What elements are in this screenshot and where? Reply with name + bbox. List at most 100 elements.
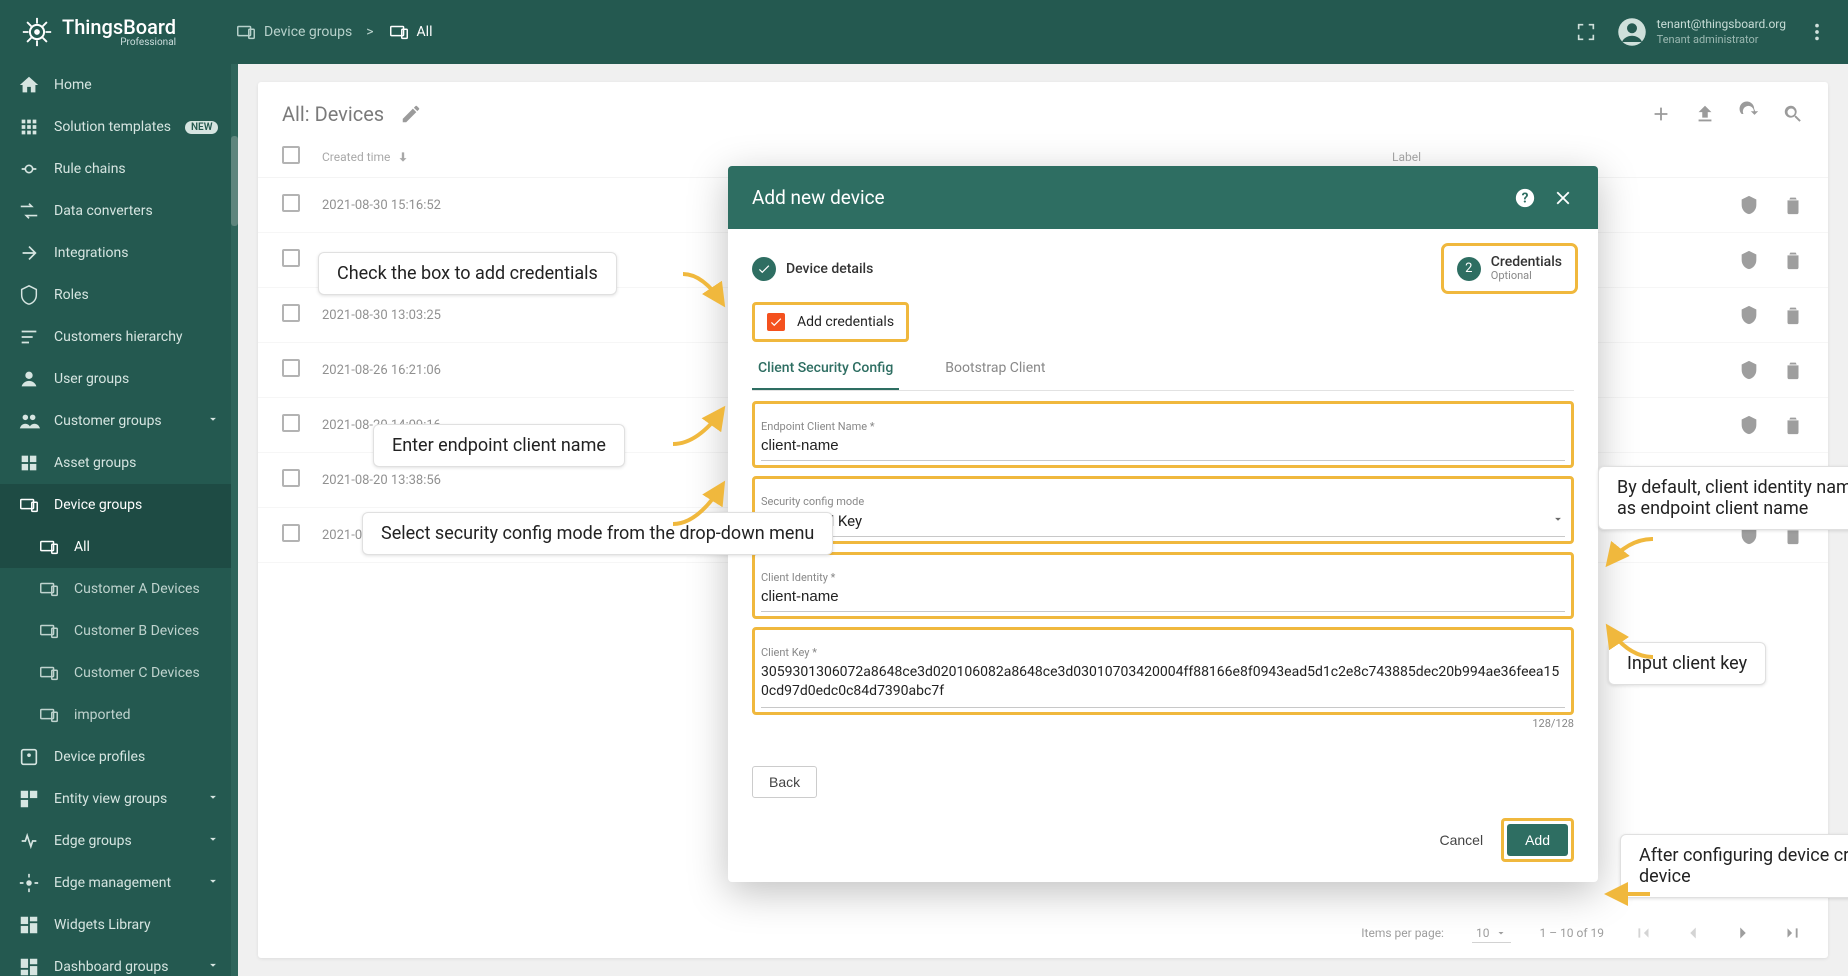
integration-icon (18, 242, 40, 264)
chevron-down-icon (206, 958, 220, 976)
fullscreen-icon[interactable] (1575, 21, 1597, 43)
sidebar-item-label: Home (54, 77, 92, 93)
sidebar-item-all[interactable]: All (0, 526, 238, 568)
sidebar-scrollbar[interactable] (231, 64, 238, 976)
add-button-highlight: Add (1501, 818, 1574, 862)
sidebar-item-label: imported (74, 707, 131, 723)
check-circle-icon (752, 257, 776, 281)
sidebar-item-customer-a-devices[interactable]: Customer A Devices (0, 568, 238, 610)
endpoint-client-name-input[interactable] (761, 433, 1565, 461)
sidebar-item-data-converters[interactable]: Data converters (0, 190, 238, 232)
chevron-down-icon (206, 874, 220, 892)
client-key-highlight: Client Key * 3059301306072a8648ce3d02010… (752, 627, 1574, 715)
widgets-icon (18, 914, 40, 936)
sidebar-item-widgets-library[interactable]: Widgets Library (0, 904, 238, 946)
sidebar-item-integrations[interactable]: Integrations (0, 232, 238, 274)
shield-icon (18, 284, 40, 306)
sidebar-item-entity-view-groups[interactable]: Entity view groups (0, 778, 238, 820)
rulechain-icon (18, 158, 40, 180)
sidebar-item-imported[interactable]: imported (0, 694, 238, 736)
sidebar-item-dashboard-groups[interactable]: Dashboard groups (0, 946, 238, 976)
endpoint-name-highlight: Endpoint Client Name * (752, 401, 1574, 468)
sidebar-item-label: User groups (54, 371, 129, 387)
step-device-details[interactable]: Device details (752, 257, 873, 281)
sidebar-item-solution-templates[interactable]: Solution templates NEW (0, 106, 238, 148)
modal-header: Add new device ? (728, 166, 1598, 229)
sidebar-item-customer-c-devices[interactable]: Customer C Devices (0, 652, 238, 694)
logo[interactable]: ThingsBoard Professional (20, 15, 235, 49)
sidebar-item-customer-groups[interactable]: Customer groups (0, 400, 238, 442)
add-button[interactable]: Add (1507, 824, 1568, 856)
callout-client-identity: By default, client identity name is the … (1598, 466, 1848, 530)
sidebar-item-home[interactable]: Home (0, 64, 238, 106)
customers-icon (18, 410, 40, 432)
sidebar-item-label: Edge groups (54, 833, 132, 849)
devices-icon (38, 578, 60, 600)
breadcrumb-item-device-groups[interactable]: Device groups (235, 21, 352, 43)
sidebar: Home Solution templates NEW Rule chains Data… (0, 64, 238, 976)
add-credentials-highlight: Add credentials (752, 302, 909, 342)
converter-icon (18, 200, 40, 222)
breadcrumb-separator: > (366, 24, 373, 40)
security-config-mode-select[interactable]: Pre-Shared Key (761, 508, 1565, 537)
sidebar-item-label: Asset groups (54, 455, 136, 471)
sidebar-item-device-profiles[interactable]: Device profiles (0, 736, 238, 778)
callout-add-credentials: Check the box to add credentials (318, 252, 617, 295)
devices-icon (388, 21, 410, 43)
client-identity-input[interactable] (761, 584, 1565, 612)
sidebar-item-rule-chains[interactable]: Rule chains (0, 148, 238, 190)
devices-icon (38, 536, 60, 558)
add-credentials-checkbox[interactable] (767, 313, 785, 331)
user-icon (18, 368, 40, 390)
sidebar-item-label: Customer groups (54, 413, 162, 429)
sidebar-item-label: Customer C Devices (74, 665, 200, 681)
more-vert-icon[interactable] (1806, 21, 1828, 43)
cancel-button[interactable]: Cancel (1439, 832, 1483, 848)
dashboard-icon (18, 956, 40, 976)
help-icon[interactable]: ? (1514, 187, 1536, 209)
security-config-mode-label: Security config mode (761, 495, 1565, 508)
sidebar-item-user-groups[interactable]: User groups (0, 358, 238, 400)
svg-text:?: ? (1522, 190, 1529, 206)
client-key-input[interactable]: 3059301306072a8648ce3d020106082a8648ce3d… (761, 659, 1565, 708)
devices-icon (38, 620, 60, 642)
sidebar-item-edge-management[interactable]: Edge management (0, 862, 238, 904)
hierarchy-icon (18, 326, 40, 348)
sidebar-item-device-groups[interactable]: Device groups (0, 484, 238, 526)
asset-icon (18, 452, 40, 474)
sidebar-item-label: All (74, 539, 90, 555)
sidebar-item-roles[interactable]: Roles (0, 274, 238, 316)
tab-bootstrap-client[interactable]: Bootstrap Client (939, 348, 1051, 390)
sidebar-scroll-thumb[interactable] (231, 136, 238, 226)
sidebar-item-customers-hierarchy[interactable]: Customers hierarchy (0, 316, 238, 358)
client-key-char-count: 128/128 (752, 717, 1574, 730)
back-button[interactable]: Back (752, 766, 817, 798)
sidebar-item-customer-b-devices[interactable]: Customer B Devices (0, 610, 238, 652)
profile-icon (18, 746, 40, 768)
step-credentials[interactable]: 2 Credentials Optional (1445, 247, 1574, 290)
sidebar-item-edge-groups[interactable]: Edge groups (0, 820, 238, 862)
callout-endpoint-name: Enter endpoint client name (373, 424, 625, 467)
sidebar-item-label: Data converters (54, 203, 153, 219)
devices-icon (38, 704, 60, 726)
sidebar-item-label: Device profiles (54, 749, 145, 765)
breadcrumb-item-all[interactable]: All (388, 21, 433, 43)
new-badge: NEW (185, 121, 219, 134)
sidebar-item-label: Customer B Devices (74, 623, 199, 639)
tab-client-security-config[interactable]: Client Security Config (752, 348, 899, 390)
app-name: ThingsBoard (62, 17, 176, 37)
close-icon[interactable] (1552, 187, 1574, 209)
apps-icon (18, 116, 40, 138)
devices-icon (38, 662, 60, 684)
security-mode-highlight: Security config mode Pre-Shared Key (752, 476, 1574, 544)
step-two-badge: 2 (1457, 257, 1481, 281)
devices-icon (235, 21, 257, 43)
sidebar-item-asset-groups[interactable]: Asset groups (0, 442, 238, 484)
add-credentials-label: Add credentials (797, 314, 894, 330)
sidebar-item-label: Solution templates (54, 119, 171, 135)
chevron-down-icon (1551, 512, 1565, 530)
user-menu[interactable]: tenant@thingsboard.org Tenant administra… (1617, 17, 1786, 47)
breadcrumb: Device groups > All (235, 21, 432, 43)
sidebar-item-label: Integrations (54, 245, 128, 261)
sidebar-item-label: Device groups (54, 497, 142, 513)
